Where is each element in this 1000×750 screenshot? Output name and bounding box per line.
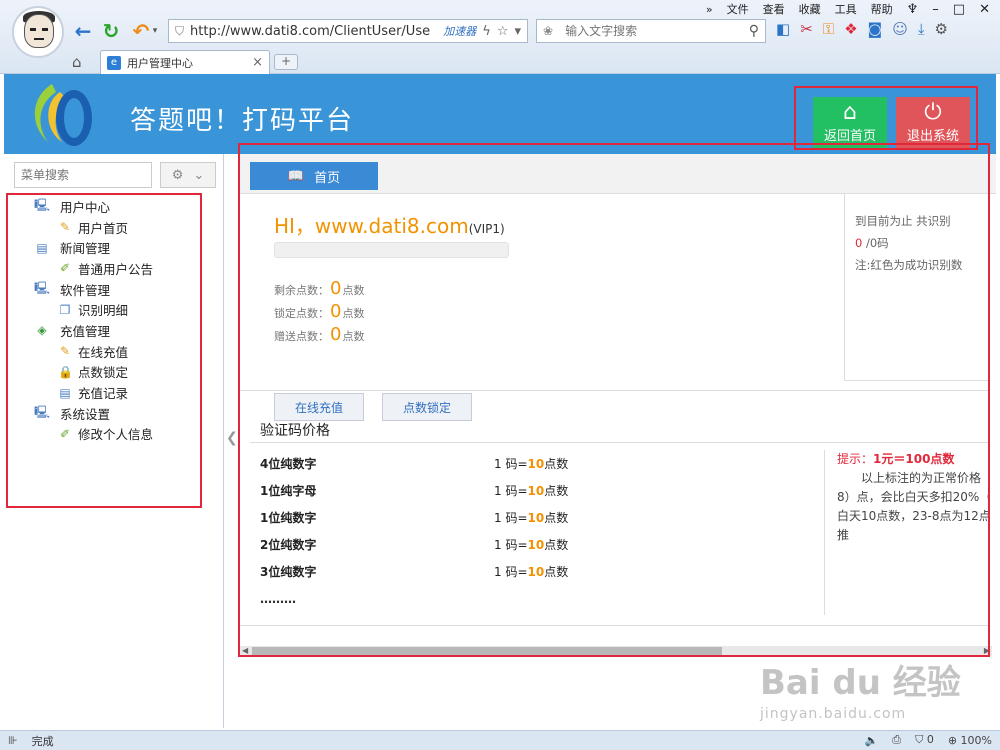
user-avatar[interactable] <box>12 6 64 58</box>
watermark-logo-text: Bai du 经验 <box>760 663 961 703</box>
security-indicator[interactable]: ⛉ 0 <box>915 733 934 747</box>
screenshot-icon[interactable]: ◧ <box>776 20 790 38</box>
sidebar-toggle-icon[interactable]: ⊪ <box>8 734 18 747</box>
refresh-icon[interactable]: ↻ <box>100 19 122 43</box>
tab-title: 用户管理中心 <box>127 56 193 70</box>
menu-tools[interactable]: 工具 <box>835 1 857 17</box>
collapse-sidebar-icon[interactable]: ❮ <box>226 430 238 446</box>
status-text: 完成 <box>31 734 54 748</box>
highlight-box-sidebar <box>6 193 202 508</box>
undo-dropdown-icon[interactable]: ▾ <box>150 20 160 42</box>
speaker-icon[interactable]: 🔈 <box>865 734 879 747</box>
site-favicon-icon: e <box>107 55 121 70</box>
menu-search-input[interactable] <box>14 162 152 188</box>
watermark-url: jingyan.baidu.com <box>760 706 907 722</box>
home-icon[interactable]: ⌂ <box>72 53 82 71</box>
more-chevron-icon[interactable]: » <box>706 3 713 16</box>
back-arrow-icon[interactable]: ← <box>72 19 94 43</box>
tab-close-icon[interactable]: × <box>252 55 263 70</box>
zoom-indicator[interactable]: ⊕ 100% <box>948 734 992 747</box>
chat-icon[interactable]: ☺ <box>892 20 908 38</box>
skin-icon[interactable]: ♆ <box>907 2 919 17</box>
new-tab-button[interactable]: + <box>274 54 298 70</box>
star-icon[interactable]: ☆ <box>497 24 509 39</box>
download-icon[interactable]: ⤓ <box>918 20 925 38</box>
scissors-icon[interactable]: ✂ <box>800 20 813 38</box>
shield-icon: ⛉ <box>915 733 924 746</box>
accelerator-link[interactable]: 加速器 <box>443 23 476 39</box>
status-bar: ⊪ 完成 🔈 ⎙ ⛉ 0 ⊕ 100% <box>0 730 1000 750</box>
highlight-box-main <box>238 143 990 657</box>
site-logo <box>34 84 92 146</box>
game-icon[interactable]: ❖ <box>844 20 857 38</box>
paw-icon: ❀ <box>543 24 554 38</box>
search-icon[interactable]: ⚲ <box>749 23 759 39</box>
capture-icon[interactable]: ◙ <box>868 20 883 38</box>
zoom-icon: ⊕ <box>947 733 958 747</box>
address-url[interactable]: http://www.dati8.com/ClientUser/Use <box>190 24 437 39</box>
browser-menubar: » 文件 查看 收藏 工具 帮助 ♆ – □ ✕ <box>706 1 990 17</box>
menu-view[interactable]: 查看 <box>763 1 785 17</box>
menu-help[interactable]: 帮助 <box>871 1 893 17</box>
minimize-icon[interactable]: – <box>932 2 939 17</box>
status-right: 🔈 ⎙ ⛉ 0 ⊕ 100% <box>865 733 992 747</box>
highlight-box-header-buttons <box>794 86 978 150</box>
site-title: 答题吧！打码平台 <box>130 106 355 136</box>
lightning-icon[interactable]: ϟ <box>482 24 491 39</box>
settings-icon[interactable]: ⚙ <box>934 20 947 38</box>
chevron-down-icon: ⌄ <box>193 167 205 183</box>
browser-search-input[interactable] <box>565 24 749 38</box>
key-icon[interactable]: ⚿ <box>823 20 834 38</box>
address-bar[interactable]: ⛉ http://www.dati8.com/ClientUser/Use 加速… <box>168 19 528 43</box>
undo-icon[interactable]: ↶ <box>130 19 152 43</box>
tab-user-center[interactable]: e 用户管理中心 × <box>100 50 270 74</box>
close-icon[interactable]: ✕ <box>979 2 990 17</box>
gear-icon: ⚙ <box>171 167 184 183</box>
maximize-icon[interactable]: □ <box>953 2 965 17</box>
menu-favorites[interactable]: 收藏 <box>799 1 821 17</box>
zoom-level: 100% <box>960 733 992 747</box>
print-icon[interactable]: ⎙ <box>892 733 901 747</box>
dropdown-icon[interactable]: ▾ <box>514 24 521 39</box>
browser-search-box[interactable]: ❀ ⚲ <box>536 19 766 43</box>
baidu-watermark: Bai du 经验 jingyan.baidu.com <box>760 655 980 727</box>
security-count: 0 <box>926 733 934 746</box>
shield-icon: ⛉ <box>175 23 185 38</box>
menu-settings-button[interactable]: ⚙ ⌄ <box>160 162 216 188</box>
toolbar-icons: ◧ ✂ ⚿ ❖ ◙ ☺ ⤓ ⚙ <box>776 20 948 38</box>
menu-file[interactable]: 文件 <box>727 1 749 17</box>
browser-chrome: » 文件 查看 收藏 工具 帮助 ♆ – □ ✕ ← ↻ ↶ ▾ ⛉ http:… <box>0 0 1000 74</box>
